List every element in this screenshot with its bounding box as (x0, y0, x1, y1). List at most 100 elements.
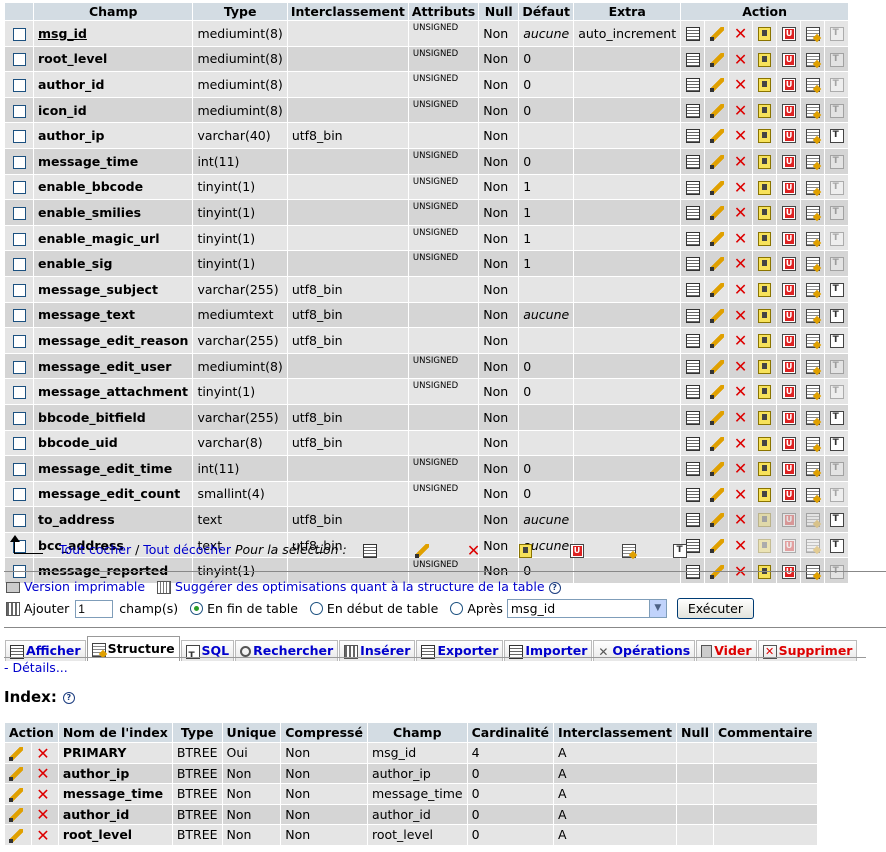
row-checkbox[interactable] (12, 155, 26, 169)
drop-icon[interactable]: ✕ (734, 435, 748, 451)
row-checkbox[interactable] (12, 27, 26, 41)
fulltext-icon[interactable] (829, 513, 844, 528)
drop-icon[interactable]: ✕ (734, 307, 748, 323)
uncheck-all-link[interactable]: Tout décocher (143, 542, 231, 557)
primary-key-icon[interactable] (758, 410, 772, 425)
row-checkbox[interactable] (12, 437, 26, 451)
unique-icon[interactable] (781, 52, 796, 67)
browse-icon[interactable] (685, 385, 700, 400)
edit-icon[interactable] (709, 487, 724, 502)
radio-start-of-table[interactable] (309, 602, 323, 615)
row-checkbox[interactable] (12, 78, 26, 92)
unique-icon[interactable] (781, 538, 796, 553)
index-icon[interactable] (805, 513, 820, 528)
edit-icon[interactable] (9, 767, 23, 781)
primary-key-icon[interactable] (758, 27, 772, 42)
row-checkbox[interactable] (12, 258, 26, 272)
fulltext-icon[interactable] (829, 103, 844, 118)
index-selected-icon[interactable] (621, 543, 636, 558)
unique-icon[interactable] (781, 359, 796, 374)
edit-icon[interactable] (9, 787, 23, 802)
fulltext-icon[interactable] (829, 78, 844, 93)
unique-icon[interactable] (781, 462, 796, 477)
index-icon[interactable] (805, 487, 820, 502)
drop-icon[interactable]: ✕ (36, 807, 50, 823)
index-icon[interactable] (805, 129, 820, 144)
primary-key-icon[interactable] (758, 487, 772, 502)
drop-icon[interactable]: ✕ (734, 26, 748, 42)
drop-icon[interactable]: ✕ (36, 786, 50, 802)
primary-key-icon[interactable] (758, 334, 772, 349)
edit-icon[interactable] (709, 308, 724, 323)
radio-end-of-table[interactable] (190, 602, 204, 615)
index-icon[interactable] (805, 385, 820, 400)
fulltext-icon[interactable] (829, 257, 844, 272)
primary-key-icon[interactable] (758, 257, 772, 272)
drop-icon[interactable]: ✕ (36, 745, 50, 761)
unique-icon[interactable] (781, 334, 796, 349)
unique-icon[interactable] (781, 410, 796, 425)
browse-icon[interactable] (685, 282, 700, 297)
fulltext-icon[interactable] (829, 436, 844, 451)
index-icon[interactable] (805, 462, 820, 477)
edit-icon[interactable] (709, 257, 724, 272)
row-checkbox[interactable] (12, 411, 26, 425)
index-icon[interactable] (805, 206, 820, 221)
drop-icon[interactable]: ✕ (734, 179, 748, 195)
index-icon[interactable] (805, 282, 820, 297)
fulltext-icon[interactable] (829, 462, 844, 477)
primary-key-icon[interactable] (758, 78, 772, 93)
edit-icon[interactable] (709, 27, 724, 42)
drop-icon[interactable]: ✕ (734, 333, 748, 349)
browse-icon[interactable] (685, 129, 700, 144)
unique-icon[interactable] (781, 206, 796, 221)
index-icon[interactable] (805, 27, 820, 42)
browse-icon[interactable] (685, 410, 700, 425)
unique-icon[interactable] (781, 103, 796, 118)
browse-icon[interactable] (685, 206, 700, 221)
fulltext-icon[interactable] (829, 334, 844, 349)
row-checkbox[interactable] (12, 283, 26, 297)
browse-icon[interactable] (685, 359, 700, 374)
primary-key-icon[interactable] (758, 308, 772, 323)
unique-icon[interactable] (781, 78, 796, 93)
edit-icon[interactable] (709, 103, 724, 118)
primary-key-icon[interactable] (758, 129, 772, 144)
unique-icon[interactable] (781, 129, 796, 144)
after-field-select[interactable]: msg_id ▼ (506, 599, 667, 618)
browse-icon[interactable] (685, 436, 700, 451)
unique-icon[interactable] (781, 231, 796, 246)
index-icon[interactable] (805, 155, 820, 170)
primary-key-icon[interactable] (758, 538, 772, 553)
fulltext-icon[interactable] (829, 487, 844, 502)
unique-icon[interactable] (781, 27, 796, 42)
index-icon[interactable] (805, 180, 820, 195)
fulltext-icon[interactable] (829, 282, 844, 297)
fulltext-icon[interactable] (829, 410, 844, 425)
row-checkbox[interactable] (12, 386, 26, 400)
print-view-link[interactable]: Version imprimable (24, 579, 145, 594)
index-icon[interactable] (805, 257, 820, 272)
drop-icon[interactable]: ✕ (734, 205, 748, 221)
details-link[interactable]: - Détails... (4, 660, 68, 675)
edit-icon[interactable] (709, 410, 724, 425)
drop-icon[interactable]: ✕ (734, 77, 748, 93)
drop-icon[interactable]: ✕ (36, 827, 50, 843)
unique-icon[interactable] (781, 308, 796, 323)
edit-icon[interactable] (709, 206, 724, 221)
unique-icon[interactable] (781, 487, 796, 502)
fulltext-icon[interactable] (829, 180, 844, 195)
browse-icon[interactable] (685, 78, 700, 93)
fulltext-icon[interactable] (829, 359, 844, 374)
edit-icon[interactable] (709, 231, 724, 246)
unique-selected-icon[interactable] (569, 543, 584, 558)
edit-icon[interactable] (709, 513, 724, 528)
browse-icon[interactable] (685, 231, 700, 246)
browse-icon[interactable] (685, 462, 700, 477)
field-count-input[interactable] (75, 599, 114, 618)
primary-key-icon[interactable] (758, 359, 772, 374)
help-icon[interactable]: ? (548, 581, 561, 594)
edit-icon[interactable] (9, 828, 23, 843)
fulltext-icon[interactable] (829, 27, 844, 42)
unique-icon[interactable] (781, 385, 796, 400)
